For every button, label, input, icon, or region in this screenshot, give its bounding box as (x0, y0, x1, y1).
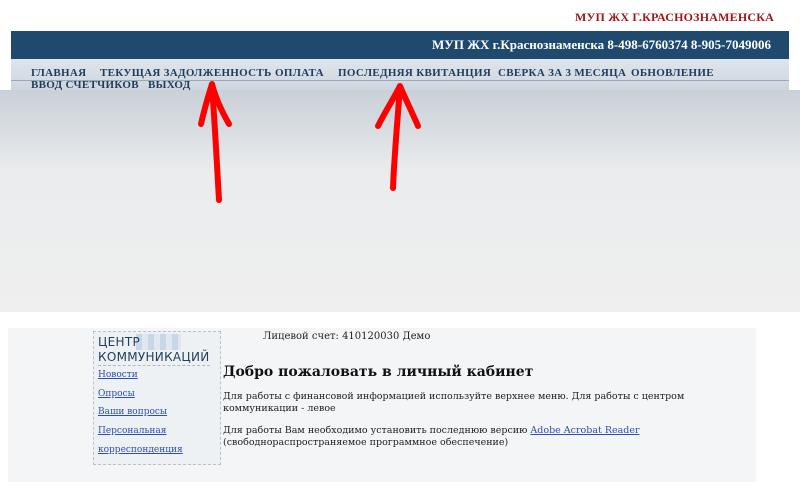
site-brand: МУП ЖХ Г.КРАСНОЗНАМЕНСКА (574, 10, 774, 24)
header-contact-text: МУП ЖХ г.Краснознаменска 8-498-6760374 8… (432, 37, 771, 52)
acrobat-text-suffix: (свободнораспространяемое программное об… (223, 437, 509, 448)
nav-item-3-month-reconciliation[interactable]: СВЕРКА ЗА 3 МЕСЯЦА (498, 67, 626, 79)
sidebar-title-line1: ЦЕНТР (98, 335, 140, 349)
blank-area (0, 90, 800, 312)
sidebar-link-personal[interactable]: Персональная (98, 426, 166, 436)
sidebar-link-your-questions[interactable]: Ваши вопросы (98, 407, 167, 417)
welcome-heading: Добро пожаловать в личный кабинет (223, 364, 534, 380)
sidebar-title-line2: КОММУНИКАЦИЙ (98, 350, 210, 364)
sidebar-link-news[interactable]: Новости (98, 370, 138, 380)
sidebar-title: ЦЕНТР КОММУНИКАЦИЙ (98, 335, 210, 366)
communication-center-sidebar: ЦЕНТР КОММУНИКАЦИЙ Новости Опросы Ваши в… (93, 331, 221, 465)
nav-item-current-debt[interactable]: ТЕКУЩАЯ ЗАДОЛЖЕННОСТЬ (100, 67, 272, 79)
acrobat-paragraph: Для работы Вам необходимо установить пос… (223, 425, 693, 449)
account-number: Лицевой счет: 410120030 Демо (263, 331, 431, 342)
sidebar-link-polls[interactable]: Опросы (98, 389, 135, 399)
header-bar: МУП ЖХ г.Краснознаменска 8-498-6760374 8… (11, 31, 789, 59)
acrobat-reader-link[interactable]: Adobe Acrobat Reader (530, 425, 639, 436)
nav-item-last-receipt[interactable]: ПОСЛЕДНЯЯ КВИТАНЦИЯ (338, 67, 491, 79)
nav-item-home[interactable]: ГЛАВНАЯ (31, 67, 86, 79)
sidebar-link-correspondence[interactable]: корреспонденция (98, 445, 183, 455)
acrobat-text-prefix: Для работы Вам необходимо установить пос… (223, 425, 528, 436)
nav-item-payment[interactable]: ОПЛАТА (275, 67, 324, 79)
instructions-paragraph: Для работы с финансовой информацией испо… (223, 391, 685, 414)
nav-item-update[interactable]: ОБНОВЛЕНИЕ (631, 67, 714, 79)
